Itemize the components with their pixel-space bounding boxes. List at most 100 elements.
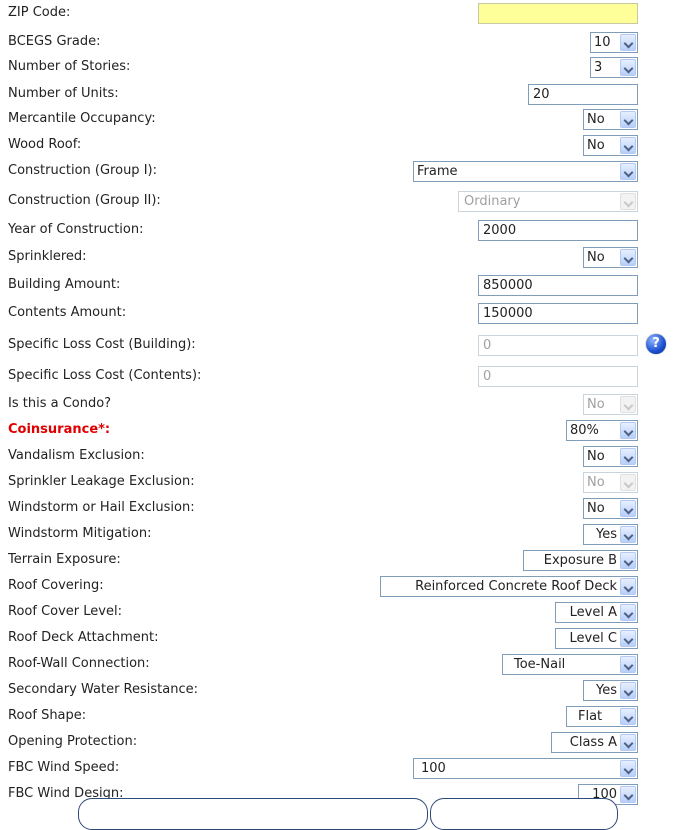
- terrain-exposure-value: Exposure B: [543, 553, 617, 568]
- chevron-down-icon[interactable]: [620, 500, 636, 517]
- label-contents-amount: Contents Amount:: [8, 305, 127, 320]
- roof-covering-value: Reinforced Concrete Roof Deck: [415, 579, 617, 594]
- terrain-exposure-select[interactable]: Exposure B: [523, 550, 638, 571]
- row-windstorm-hail-exclusion: Windstorm or Hail Exclusion: No: [0, 497, 680, 521]
- secondary-water-resistance-value: Yes: [596, 683, 617, 698]
- number-of-stories-select[interactable]: 3: [590, 57, 638, 78]
- construction-group-1-select[interactable]: Frame: [413, 161, 638, 182]
- chevron-down-icon[interactable]: [620, 552, 636, 569]
- zip-code-input[interactable]: [478, 3, 638, 24]
- wood-roof-select[interactable]: No: [583, 135, 638, 156]
- row-roof-wall-connection: Roof-Wall Connection: Toe-Nail: [0, 653, 680, 677]
- chevron-down-icon[interactable]: [620, 656, 636, 673]
- row-sprinkler-leakage-exclusion: Sprinkler Leakage Exclusion: No: [0, 471, 680, 495]
- bcegs-grade-value: 10: [594, 35, 611, 50]
- label-roof-shape: Roof Shape:: [8, 708, 87, 723]
- construction-group-1-value: Frame: [417, 164, 458, 179]
- roof-cover-level-select[interactable]: Level A: [555, 602, 638, 623]
- chevron-down-icon[interactable]: [620, 604, 636, 621]
- roof-wall-connection-select[interactable]: Toe-Nail: [502, 654, 638, 675]
- label-sprinklered: Sprinklered:: [8, 249, 87, 264]
- row-building-amount: Building Amount: 850000: [0, 274, 680, 298]
- label-wood-roof: Wood Roof:: [8, 137, 82, 152]
- label-specific-loss-cost-building: Specific Loss Cost (Building):: [8, 337, 196, 352]
- chevron-down-icon[interactable]: [620, 734, 636, 751]
- label-roof-cover-level: Roof Cover Level:: [8, 604, 122, 619]
- label-number-of-stories: Number of Stories:: [8, 59, 131, 74]
- roof-shape-value: Flat: [578, 709, 603, 724]
- row-is-condo: Is this a Condo? No: [0, 393, 680, 417]
- bcegs-grade-select[interactable]: 10: [590, 32, 638, 53]
- row-windstorm-mitigation: Windstorm Mitigation: Yes: [0, 523, 680, 547]
- question-mark-icon[interactable]: ?: [646, 334, 666, 354]
- label-zip-code: ZIP Code:: [8, 5, 71, 20]
- row-construction-group-1: Construction (Group I): Frame: [0, 160, 680, 184]
- chevron-down-icon: [620, 474, 636, 491]
- row-mercantile-occupancy: Mercantile Occupancy: No: [0, 108, 680, 132]
- roof-covering-select[interactable]: Reinforced Concrete Roof Deck: [380, 576, 638, 597]
- chevron-down-icon[interactable]: [620, 249, 636, 266]
- chevron-down-icon[interactable]: [620, 578, 636, 595]
- specific-loss-cost-contents-input: 0: [478, 366, 638, 387]
- chevron-down-icon[interactable]: [620, 708, 636, 725]
- mercantile-occupancy-select[interactable]: No: [583, 109, 638, 130]
- chevron-down-icon[interactable]: [620, 34, 636, 51]
- chevron-down-icon[interactable]: [620, 526, 636, 543]
- row-wood-roof: Wood Roof: No: [0, 134, 680, 158]
- chevron-down-icon[interactable]: [620, 682, 636, 699]
- row-secondary-water-resistance: Secondary Water Resistance: Yes: [0, 679, 680, 703]
- sprinklered-select[interactable]: No: [583, 247, 638, 268]
- chevron-down-icon[interactable]: [620, 163, 636, 180]
- label-roof-covering: Roof Covering:: [8, 578, 104, 593]
- row-roof-deck-attachment: Roof Deck Attachment: Level C: [0, 627, 680, 651]
- contents-amount-input[interactable]: 150000: [478, 303, 638, 324]
- label-sprinkler-leakage-exclusion: Sprinkler Leakage Exclusion:: [8, 474, 195, 489]
- chevron-down-icon[interactable]: [620, 59, 636, 76]
- windstorm-hail-exclusion-select[interactable]: No: [583, 498, 638, 519]
- mercantile-occupancy-value: No: [587, 112, 605, 127]
- windstorm-mitigation-select[interactable]: Yes: [583, 524, 638, 545]
- secondary-water-resistance-select[interactable]: Yes: [583, 680, 638, 701]
- label-year-of-construction: Year of Construction:: [8, 222, 144, 237]
- bottom-button-left[interactable]: [78, 798, 428, 830]
- roof-cover-level-value: Level A: [569, 605, 617, 620]
- label-windstorm-mitigation: Windstorm Mitigation:: [8, 526, 152, 541]
- building-amount-input[interactable]: 850000: [478, 275, 638, 296]
- bottom-button-right[interactable]: [430, 798, 618, 830]
- chevron-down-icon[interactable]: [620, 760, 636, 777]
- sprinkler-leakage-exclusion-value: No: [587, 475, 605, 490]
- chevron-down-icon[interactable]: [620, 137, 636, 154]
- fbc-wind-speed-select[interactable]: 100: [413, 758, 638, 779]
- label-mercantile-occupancy: Mercantile Occupancy:: [8, 111, 156, 126]
- number-of-units-input[interactable]: 20: [528, 84, 638, 105]
- sprinklered-value: No: [587, 250, 605, 265]
- roof-deck-attachment-select[interactable]: Level C: [555, 628, 638, 649]
- row-zip-code: ZIP Code:: [0, 2, 680, 26]
- roof-shape-select[interactable]: Flat: [566, 706, 638, 727]
- chevron-down-icon[interactable]: [620, 786, 636, 803]
- label-bcegs-grade: BCEGS Grade:: [8, 34, 101, 49]
- label-opening-protection: Opening Protection:: [8, 734, 138, 749]
- construction-group-2-value: Ordinary: [464, 194, 521, 209]
- windstorm-hail-exclusion-value: No: [587, 501, 605, 516]
- row-specific-loss-cost-contents: Specific Loss Cost (Contents): 0: [0, 365, 680, 389]
- row-year-of-construction: Year of Construction: 2000: [0, 219, 680, 243]
- row-roof-covering: Roof Covering: Reinforced Concrete Roof …: [0, 575, 680, 599]
- opening-protection-select[interactable]: Class A: [551, 732, 638, 753]
- windstorm-mitigation-value: Yes: [596, 527, 617, 542]
- label-construction-group-1: Construction (Group I):: [8, 163, 157, 178]
- year-of-construction-input[interactable]: 2000: [478, 220, 638, 241]
- chevron-down-icon[interactable]: [620, 111, 636, 128]
- label-is-condo: Is this a Condo?: [8, 396, 112, 411]
- row-opening-protection: Opening Protection: Class A: [0, 731, 680, 755]
- chevron-down-icon[interactable]: [620, 630, 636, 647]
- coinsurance-value: 80%: [570, 423, 599, 438]
- row-bcegs-grade: BCEGS Grade: 10: [0, 31, 680, 55]
- chevron-down-icon[interactable]: [620, 422, 636, 439]
- chevron-down-icon: [620, 396, 636, 413]
- label-windstorm-hail-exclusion: Windstorm or Hail Exclusion:: [8, 500, 195, 515]
- vandalism-exclusion-select[interactable]: No: [583, 446, 638, 467]
- chevron-down-icon[interactable]: [620, 448, 636, 465]
- coinsurance-select[interactable]: 80%: [566, 420, 638, 441]
- label-number-of-units: Number of Units:: [8, 86, 119, 101]
